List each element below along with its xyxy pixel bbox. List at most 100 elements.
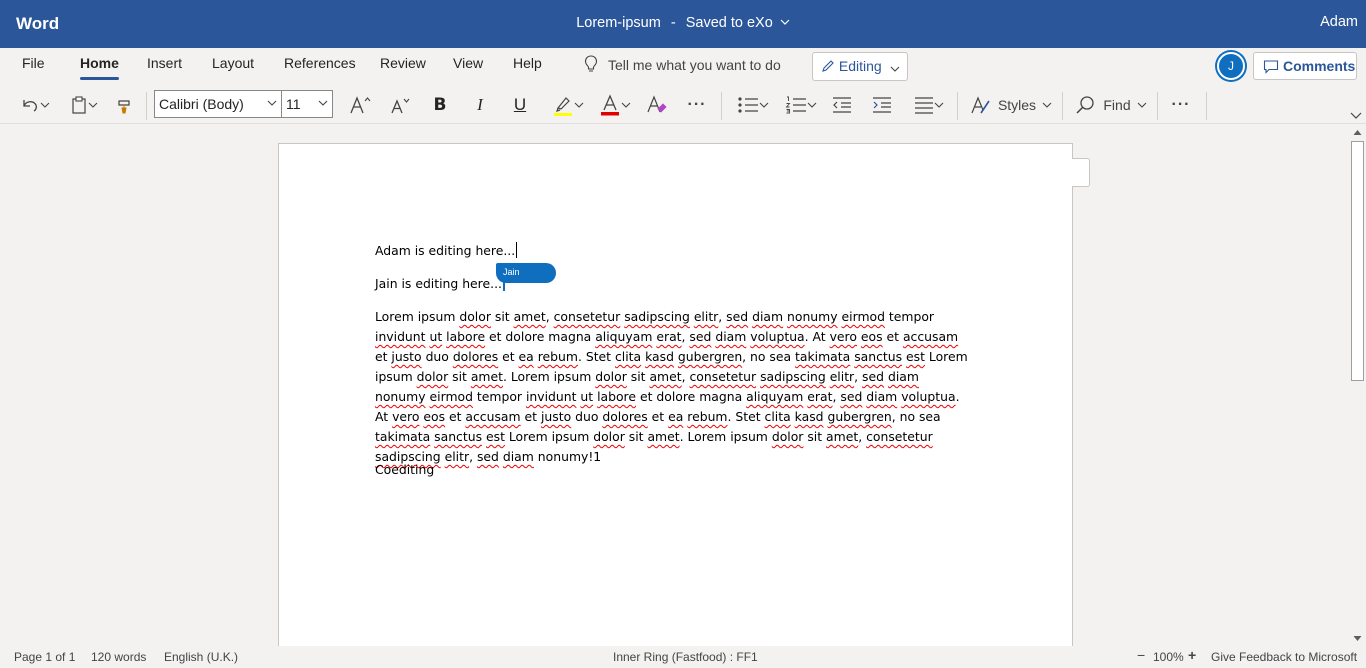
misspelled-word[interactable]: diam bbox=[715, 329, 746, 344]
undo-button[interactable] bbox=[16, 92, 54, 118]
tab-references[interactable]: References bbox=[284, 55, 356, 71]
zoom-out-button[interactable]: − bbox=[1137, 647, 1145, 663]
misspelled-word[interactable]: amet bbox=[514, 309, 546, 324]
misspelled-word[interactable]: aliquyam bbox=[746, 389, 803, 404]
coauthor-avatar[interactable]: J bbox=[1217, 52, 1245, 80]
misspelled-word[interactable]: justo bbox=[541, 409, 571, 424]
misspelled-word[interactable]: kasd bbox=[795, 409, 824, 424]
misspelled-word[interactable]: elitr bbox=[694, 309, 718, 324]
misspelled-word[interactable]: amet bbox=[471, 369, 503, 384]
misspelled-word[interactable]: amet bbox=[649, 369, 681, 384]
misspelled-word[interactable]: voluptua bbox=[901, 389, 955, 404]
editing-mode-button[interactable]: Editing bbox=[812, 52, 908, 81]
misspelled-word[interactable]: clita bbox=[615, 349, 641, 364]
misspelled-word[interactable]: est bbox=[486, 429, 505, 444]
vertical-scrollbar[interactable] bbox=[1349, 125, 1366, 646]
tab-file[interactable]: File bbox=[22, 55, 45, 71]
lorem-paragraph[interactable]: Lorem ipsum dolor sit amet, consetetur s… bbox=[375, 307, 971, 467]
tab-layout[interactable]: Layout bbox=[212, 55, 254, 71]
user-name[interactable]: Adam bbox=[1320, 14, 1358, 30]
more-commands-button[interactable]: ··· bbox=[1166, 92, 1196, 118]
misspelled-word[interactable]: gubergren bbox=[678, 349, 742, 364]
misspelled-word[interactable]: consetetur bbox=[690, 369, 757, 384]
misspelled-word[interactable]: diam bbox=[866, 389, 897, 404]
misspelled-word[interactable]: ea bbox=[668, 409, 683, 424]
page-count[interactable]: Page 1 of 1 bbox=[14, 650, 75, 664]
misspelled-word[interactable]: eirmod bbox=[842, 309, 885, 324]
misspelled-word[interactable]: dolor bbox=[459, 309, 491, 324]
misspelled-word[interactable]: ut bbox=[580, 389, 593, 404]
misspelled-word[interactable]: invidunt bbox=[526, 389, 577, 404]
highlight-button[interactable] bbox=[548, 92, 588, 118]
misspelled-word[interactable]: sadipscing bbox=[760, 369, 826, 384]
misspelled-word[interactable]: sed bbox=[726, 309, 748, 324]
misspelled-word[interactable]: consetetur bbox=[554, 309, 621, 324]
document-canvas[interactable]: Adam is editing here... Jain is editing … bbox=[0, 125, 1349, 646]
misspelled-word[interactable]: rebum bbox=[687, 409, 727, 424]
misspelled-word[interactable]: rebum bbox=[538, 349, 578, 364]
clear-formatting-button[interactable] bbox=[644, 92, 670, 118]
misspelled-word[interactable]: nonumy bbox=[375, 389, 426, 404]
misspelled-word[interactable]: voluptua bbox=[750, 329, 804, 344]
misspelled-word[interactable]: dolor bbox=[772, 429, 804, 444]
numbering-button[interactable] bbox=[782, 92, 820, 118]
bullets-button[interactable] bbox=[734, 92, 772, 118]
coediting-line[interactable]: Coediting bbox=[375, 462, 434, 477]
misspelled-word[interactable]: sed bbox=[477, 449, 499, 464]
misspelled-word[interactable]: amet bbox=[826, 429, 858, 444]
document-title-bar[interactable]: Lorem-ipsum - Saved to eXo bbox=[0, 15, 1366, 31]
misspelled-word[interactable]: gubergren bbox=[827, 409, 891, 424]
misspelled-word[interactable]: justo bbox=[391, 349, 421, 364]
shrink-font-button[interactable] bbox=[386, 92, 416, 118]
misspelled-word[interactable]: accusam bbox=[903, 329, 958, 344]
language-status[interactable]: English (U.K.) bbox=[164, 650, 238, 664]
decrease-indent-button[interactable] bbox=[830, 92, 854, 118]
misspelled-word[interactable]: accusam bbox=[465, 409, 520, 424]
zoom-in-button[interactable]: + bbox=[1188, 647, 1196, 663]
jain-editing-line[interactable]: Jain is editing here... bbox=[375, 275, 505, 291]
tab-insert[interactable]: Insert bbox=[147, 55, 182, 71]
misspelled-word[interactable]: vero bbox=[830, 329, 857, 344]
misspelled-word[interactable]: sed bbox=[862, 369, 884, 384]
misspelled-word[interactable]: takimata bbox=[375, 429, 430, 444]
scroll-down-arrow-icon[interactable] bbox=[1352, 633, 1363, 644]
misspelled-word[interactable]: dolores bbox=[602, 409, 647, 424]
tab-help[interactable]: Help bbox=[513, 55, 542, 71]
misspelled-word[interactable]: labore bbox=[597, 389, 636, 404]
font-name-select[interactable]: Calibri (Body) bbox=[154, 90, 282, 118]
increase-indent-button[interactable] bbox=[870, 92, 894, 118]
misspelled-word[interactable]: sanctus bbox=[854, 349, 902, 364]
tab-review[interactable]: Review bbox=[380, 55, 426, 71]
misspelled-word[interactable]: dolor bbox=[417, 369, 449, 384]
misspelled-word[interactable]: diam bbox=[503, 449, 534, 464]
misspelled-word[interactable]: diam bbox=[888, 369, 919, 384]
misspelled-word[interactable]: sed bbox=[689, 329, 711, 344]
misspelled-word[interactable]: est bbox=[906, 349, 925, 364]
misspelled-word[interactable]: ea bbox=[519, 349, 534, 364]
tab-home[interactable]: Home bbox=[80, 55, 119, 80]
find-button[interactable]: Find bbox=[1072, 92, 1150, 118]
misspelled-word[interactable]: aliquyam bbox=[595, 329, 652, 344]
misspelled-word[interactable]: vero bbox=[392, 409, 419, 424]
paste-button[interactable] bbox=[66, 92, 102, 118]
misspelled-word[interactable]: consetetur bbox=[866, 429, 933, 444]
misspelled-word[interactable]: dolor bbox=[595, 369, 627, 384]
comments-button[interactable]: Comments bbox=[1253, 52, 1357, 80]
bold-button[interactable]: B bbox=[428, 92, 452, 118]
misspelled-word[interactable]: invidunt bbox=[375, 329, 426, 344]
misspelled-word[interactable]: nonumy bbox=[787, 309, 838, 324]
styles-button[interactable]: Styles bbox=[968, 92, 1054, 118]
misspelled-word[interactable]: eos bbox=[423, 409, 445, 424]
misspelled-word[interactable]: erat bbox=[656, 329, 681, 344]
misspelled-word[interactable]: eos bbox=[861, 329, 883, 344]
font-color-button[interactable] bbox=[595, 92, 635, 118]
grow-font-button[interactable] bbox=[346, 92, 376, 118]
misspelled-word[interactable]: eirmod bbox=[430, 389, 473, 404]
misspelled-word[interactable]: kasd bbox=[645, 349, 674, 364]
misspelled-word[interactable]: erat bbox=[807, 389, 832, 404]
document-page[interactable]: Adam is editing here... Jain is editing … bbox=[278, 143, 1073, 646]
misspelled-word[interactable]: clita bbox=[765, 409, 791, 424]
misspelled-word[interactable]: dolores bbox=[453, 349, 498, 364]
misspelled-word[interactable]: labore bbox=[446, 329, 485, 344]
word-count[interactable]: 120 words bbox=[91, 650, 146, 664]
